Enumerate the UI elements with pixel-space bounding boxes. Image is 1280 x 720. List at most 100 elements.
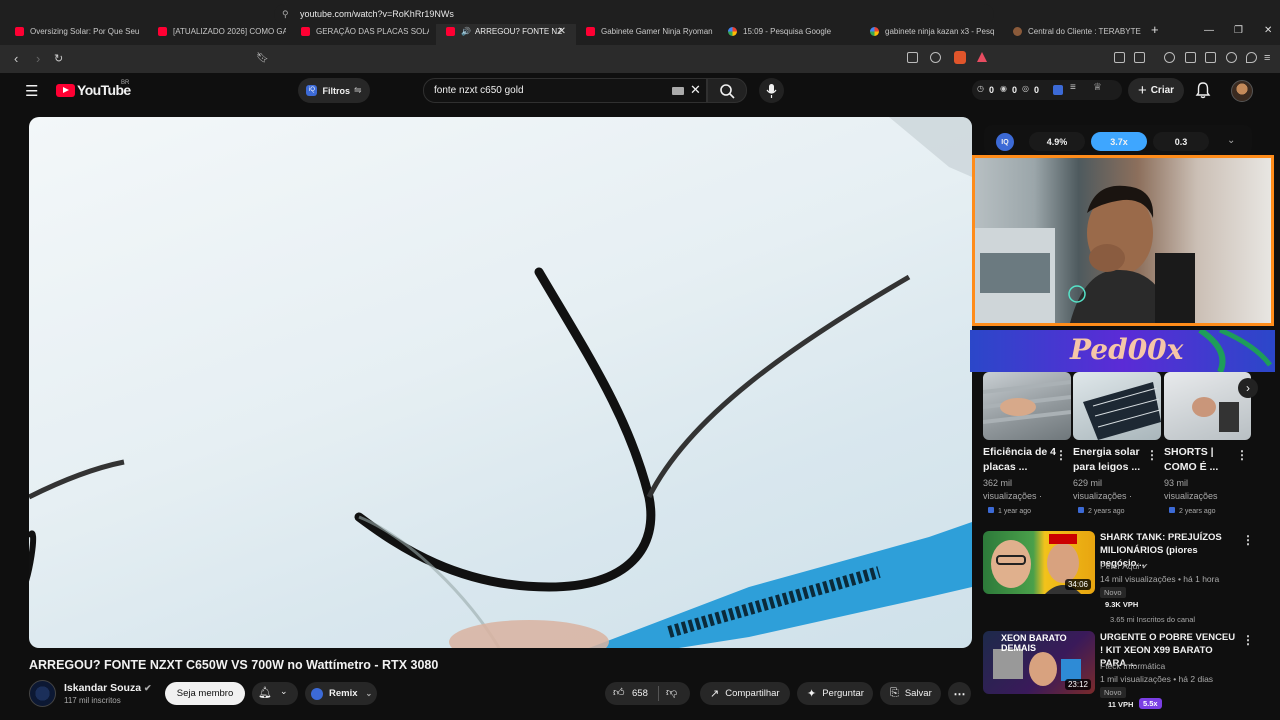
more-options-icon[interactable]: ⋮ xyxy=(1055,448,1067,462)
clear-search-icon[interactable]: ✕ xyxy=(690,82,701,98)
list-icon[interactable]: ≡ xyxy=(1070,82,1076,93)
video-thumbnail[interactable]: XEON BARATO DEMAIS 23:12 xyxy=(983,631,1095,694)
sidebar-icon[interactable] xyxy=(1185,52,1196,63)
video-meta: 14 mil visualizações • há 1 hora xyxy=(1100,574,1220,584)
search-button[interactable] xyxy=(707,78,747,103)
short-views: 362 mil visualizações · xyxy=(983,478,1043,501)
minimize-icon[interactable]: — xyxy=(1204,25,1214,36)
video-frame xyxy=(29,117,972,648)
like-button[interactable]: 👍︎ xyxy=(613,686,625,699)
youtube-logo-icon[interactable] xyxy=(56,84,75,97)
short-views: 93 mil visualizações xyxy=(1164,478,1218,501)
extension-icon[interactable] xyxy=(1134,52,1145,63)
reload-icon[interactable]: ↻ xyxy=(54,52,63,65)
video-player[interactable] xyxy=(29,117,972,648)
video-thumbnail[interactable]: 34:06 xyxy=(983,531,1095,594)
cast-icon[interactable] xyxy=(907,52,918,63)
counter-value: 0 xyxy=(989,85,995,95)
more-actions-button[interactable]: ⋯ xyxy=(948,682,971,705)
short-thumbnail[interactable] xyxy=(1073,372,1161,440)
new-badge: Novo xyxy=(1100,687,1126,698)
chevron-down-icon[interactable]: ⌄ xyxy=(1227,135,1235,146)
media-icon[interactable] xyxy=(1164,52,1175,63)
keyboard-icon[interactable] xyxy=(672,87,684,95)
dislike-button[interactable]: 👎︎ xyxy=(666,686,677,699)
notifications-icon[interactable] xyxy=(1195,81,1211,104)
filters-button[interactable]: iQ Filtros ⇋ xyxy=(298,78,370,103)
youtube-favicon-icon xyxy=(301,27,310,36)
url-field[interactable]: ⚲ youtube.com/watch?v=RoKhRr19NWs xyxy=(274,4,994,24)
maximize-icon[interactable]: ❐ xyxy=(1234,25,1243,36)
solar-panel-image xyxy=(1083,382,1161,440)
stat-score[interactable]: 0.3 xyxy=(1153,132,1209,151)
google-favicon-icon xyxy=(870,27,879,36)
join-button[interactable]: Seja membro xyxy=(165,682,245,705)
channel-name[interactable]: Fteck Informática xyxy=(1100,661,1165,671)
youtube-favicon-icon xyxy=(15,27,24,36)
ask-label: Perguntar xyxy=(822,688,864,699)
more-options-icon[interactable]: ⋮ xyxy=(1242,633,1254,647)
forward-icon[interactable]: › xyxy=(36,51,40,66)
brave-shield-icon[interactable] xyxy=(954,51,966,64)
stat-engagement[interactable]: 4.9% xyxy=(1029,132,1085,151)
short-thumbnail[interactable] xyxy=(1164,372,1251,440)
stat-multiplier[interactable]: 3.7x xyxy=(1091,132,1147,151)
channel-avatar[interactable] xyxy=(29,680,56,707)
subscribe-notify-button[interactable]: 🔔︎ ⌄ xyxy=(252,682,298,705)
more-options-icon[interactable]: ⋮ xyxy=(1242,533,1254,547)
hamburger-menu-icon[interactable]: ☰ xyxy=(25,82,38,100)
search-value: fonte nzxt c650 gold xyxy=(434,85,524,96)
menu-icon[interactable]: ≡ xyxy=(1264,52,1270,64)
remix-button[interactable]: Remix ⌄ xyxy=(305,682,377,705)
back-icon[interactable]: ‹ xyxy=(14,51,18,66)
rewards-icon[interactable] xyxy=(977,52,987,62)
close-window-icon[interactable]: ✕ xyxy=(1264,25,1272,36)
short-title[interactable]: Energia solar para leigos ... xyxy=(1073,445,1147,475)
verified-icon: ✔ xyxy=(1141,562,1149,571)
share-button[interactable]: ↗ Compartilhar xyxy=(700,682,790,705)
person-image xyxy=(1192,397,1239,432)
streamer-camera-feed xyxy=(975,185,1195,323)
bookmark-icon[interactable]: 🔖︎ xyxy=(256,53,269,64)
tab-label: ARREGOU? FONTE NZ xyxy=(474,27,563,36)
counter-value: 0 xyxy=(1034,85,1040,95)
browser-tab[interactable]: Oversizing Solar: Por Que Seu xyxy=(0,18,145,45)
thumbs-down-icon: 👎︎ xyxy=(666,687,678,699)
save-button[interactable]: ⎘ Salvar xyxy=(880,682,941,705)
browser-tab[interactable]: [ATUALIZADO 2026] COMO GA xyxy=(143,18,286,45)
channel-name[interactable]: Iskandar Souza ✔ xyxy=(64,682,152,694)
site-info-icon[interactable]: ⚲ xyxy=(282,9,289,20)
ask-button[interactable]: ✦ Perguntar xyxy=(797,682,873,705)
short-views: 629 mil visualizações · xyxy=(1073,478,1133,501)
channel-name[interactable]: Peter Aqui ✔ xyxy=(1100,561,1148,571)
like-count: 658 xyxy=(632,688,648,699)
more-options-icon[interactable]: ⋮ xyxy=(1236,448,1248,462)
trophy-icon[interactable]: ♕ xyxy=(1093,82,1102,93)
close-tab-icon[interactable]: ✕ xyxy=(558,26,566,37)
short-title[interactable]: SHORTS | COMO É ... xyxy=(1164,445,1232,475)
banner-text: Ped00x xyxy=(1070,333,1184,366)
counter-value: 0 xyxy=(1012,85,1018,95)
vidiq-logo-icon[interactable]: IQ xyxy=(996,133,1014,151)
shorts-next-button[interactable]: › xyxy=(1238,378,1258,398)
short-thumbnail[interactable] xyxy=(983,372,1071,440)
chevron-down-icon: ⌄ xyxy=(365,689,373,698)
create-button[interactable]: + Criar xyxy=(1128,78,1184,103)
leo-icon[interactable] xyxy=(1226,52,1237,63)
wallet-icon[interactable] xyxy=(1205,52,1216,63)
search-input[interactable]: fonte nzxt c650 gold ✕ xyxy=(423,78,707,103)
vidiq-icon[interactable] xyxy=(1053,85,1063,95)
url-text: youtube.com/watch?v=RoKhRr19NWs xyxy=(300,9,454,19)
browser-tab[interactable]: Central do Cliente : TERABYTE xyxy=(998,18,1141,45)
extensions-icon[interactable] xyxy=(1114,52,1125,63)
avatar[interactable] xyxy=(1231,80,1253,102)
more-options-icon[interactable]: ⋮ xyxy=(1146,448,1158,462)
like-dislike-group: 👍︎ 658 👎︎ xyxy=(605,682,690,705)
vpn-icon[interactable] xyxy=(1246,52,1257,63)
roof-image xyxy=(983,380,1071,424)
share-page-icon[interactable] xyxy=(930,52,941,63)
voice-search-button[interactable] xyxy=(759,78,784,103)
new-tab-icon[interactable]: + xyxy=(1151,22,1159,37)
short-title[interactable]: Eficiência de 4 placas ... xyxy=(983,445,1057,475)
youtube-favicon-icon xyxy=(586,27,595,36)
